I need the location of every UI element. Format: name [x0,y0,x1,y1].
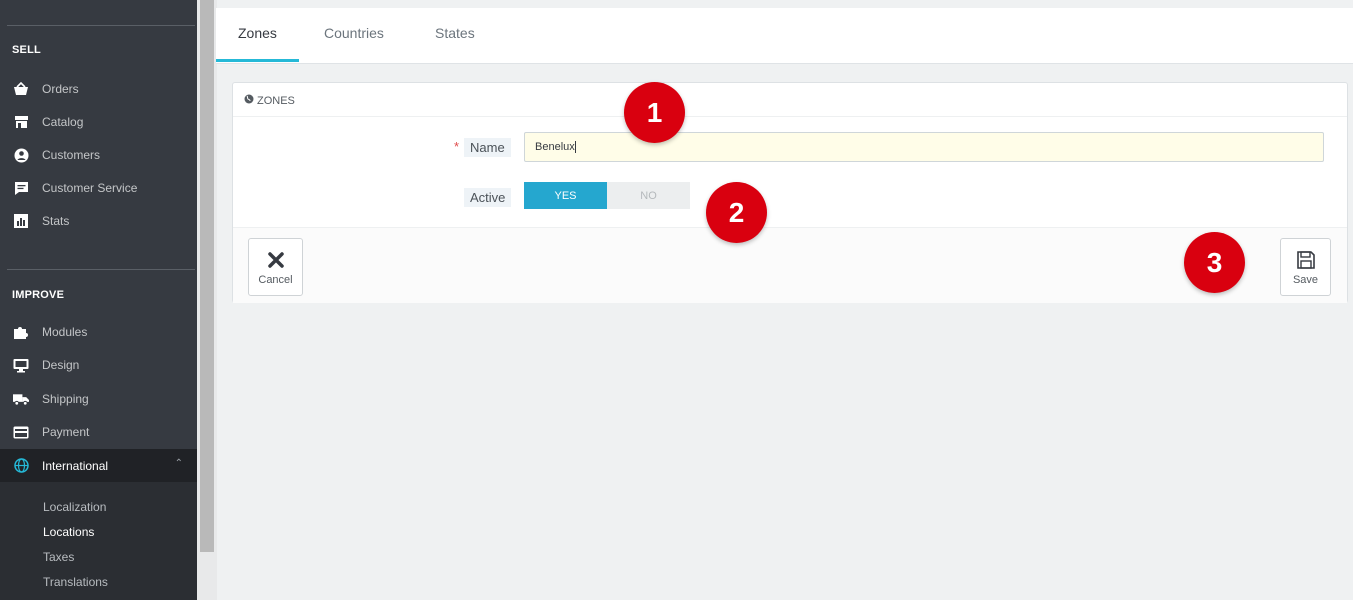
sidebar-item-catalog[interactable]: Catalog [0,107,197,137]
active-toggle[interactable]: YES NO [524,182,690,209]
sidebar-item-label: Catalog [42,115,84,129]
sidebar: SELL Orders Catalog Customers Customer S… [0,0,197,600]
cancel-button[interactable]: Cancel [248,238,303,296]
chevron-up-icon[interactable]: ⌃ [175,458,183,469]
sidebar-item-modules[interactable]: Modules [0,317,197,347]
sidebar-item-payment[interactable]: Payment [0,417,197,447]
close-icon [267,248,285,272]
globe-icon [244,94,254,107]
basket-icon [13,81,29,97]
sidebar-item-shipping[interactable]: Shipping [0,384,197,414]
save-button-label: Save [1292,274,1319,286]
tab-zones[interactable]: Zones [238,25,277,41]
active-label: Active [464,188,512,207]
sidebar-item-label: Stats [42,214,70,228]
sidebar-section-improve: IMPROVE [12,289,65,301]
name-input-value: Benelux [535,141,575,153]
truck-icon [13,391,29,407]
submenu-item-taxes[interactable]: Taxes [43,550,74,564]
required-marker: * [454,139,460,154]
panel-title: ZONES [244,94,295,107]
sidebar-item-customers[interactable]: Customers [0,140,197,170]
sidebar-item-stats[interactable]: Stats [0,206,197,236]
tab-bar: Zones Countries States [216,8,1353,64]
sidebar-item-label: International [42,458,109,473]
zones-panel: ZONES * Name Benelux Active YES NO Cance… [232,82,1348,303]
sidebar-item-label: Customer Service [42,181,138,195]
sidebar-item-label: Shipping [42,392,89,406]
bar-chart-icon [13,213,29,229]
chat-icon [13,180,29,196]
globe-icon [13,458,29,474]
save-button[interactable]: Save [1280,238,1331,296]
sidebar-item-design[interactable]: Design [0,350,197,380]
credit-card-icon [13,424,29,440]
toggle-no-option[interactable]: NO [607,182,690,209]
user-circle-icon [13,147,29,163]
step-badge-2: 2 [706,182,767,243]
sidebar-divider [7,25,195,26]
sidebar-item-label: Orders [42,82,79,96]
panel-title-text: ZONES [257,94,295,107]
sidebar-item-label: Design [42,358,80,372]
tab-states[interactable]: States [435,25,475,41]
puzzle-icon [13,324,29,340]
submenu-item-locations[interactable]: Locations [43,525,94,539]
sidebar-item-label: Modules [42,325,88,339]
save-icon [1296,248,1316,272]
sidebar-item-orders[interactable]: Orders [0,74,197,104]
step-badge-1: 1 [624,82,685,143]
step-badge-3: 3 [1184,232,1245,293]
submenu-item-localization[interactable]: Localization [43,500,106,514]
sidebar-divider [7,269,195,270]
sidebar-item-international[interactable]: International ⌃ [0,449,197,482]
sidebar-scrollbar[interactable] [200,0,214,552]
store-icon [13,114,29,130]
toggle-yes-option[interactable]: YES [524,182,607,209]
submenu-item-translations[interactable]: Translations [43,575,108,589]
active-tab-indicator [216,59,299,62]
sidebar-section-sell: SELL [12,44,41,56]
panel-footer: Cancel Save [233,227,1347,303]
panel-header: ZONES [233,83,1347,117]
sidebar-item-customer-service[interactable]: Customer Service [0,173,197,203]
monitor-icon [13,357,29,373]
sidebar-item-label: Payment [42,425,90,439]
name-label: Name [464,138,511,157]
tab-countries[interactable]: Countries [324,25,384,41]
sidebar-item-label: Customers [42,148,101,162]
text-cursor [574,141,576,154]
cancel-button-label: Cancel [258,274,293,286]
